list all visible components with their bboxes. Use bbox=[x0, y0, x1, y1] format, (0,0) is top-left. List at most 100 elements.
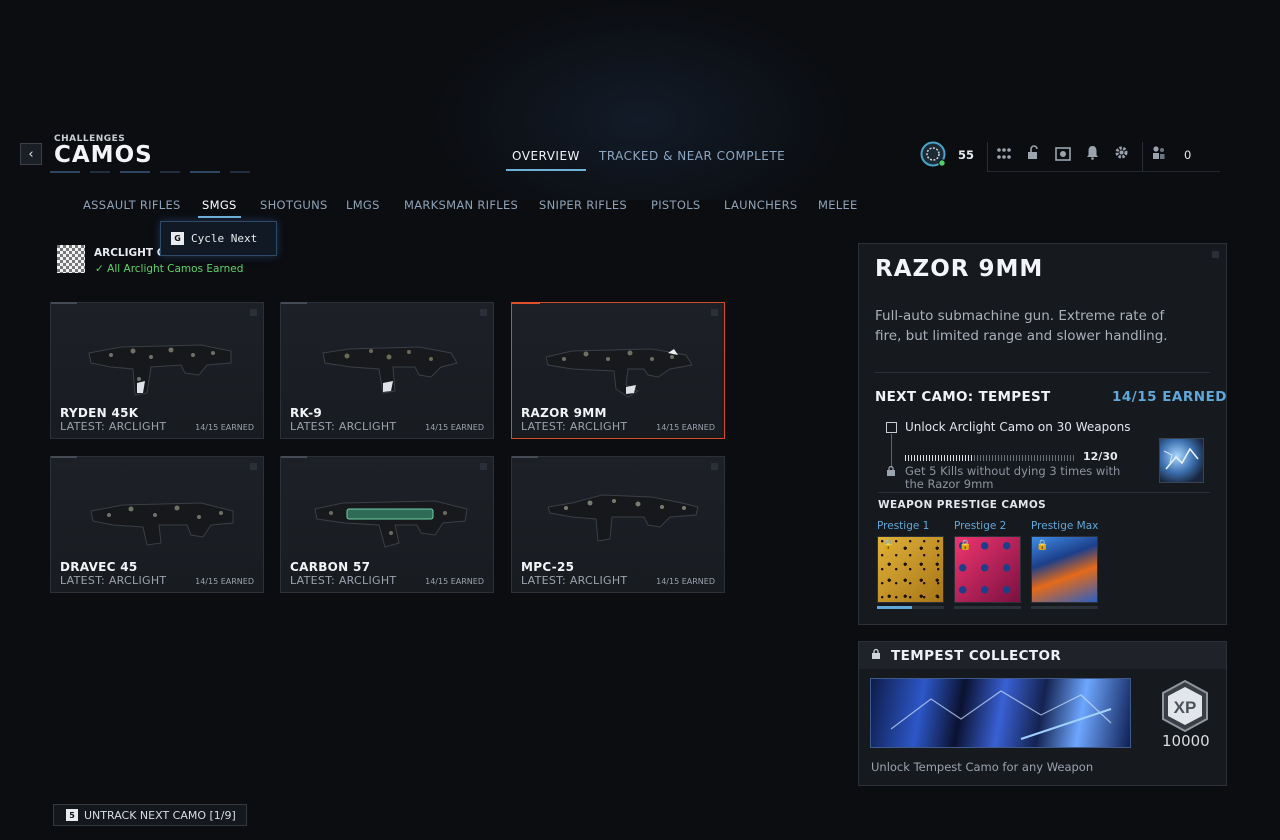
requirement-connector bbox=[891, 434, 892, 468]
smg-weapon-image bbox=[90, 502, 234, 546]
lock-icon: 🔒 bbox=[1036, 540, 1049, 551]
unlock-icon[interactable] bbox=[1026, 145, 1040, 164]
class-tab-marksman-rifles[interactable]: MARKSMAN RIFLES bbox=[404, 198, 518, 212]
class-tab-pistols[interactable]: PISTOLS bbox=[651, 198, 701, 212]
weapon-card-carbon-57[interactable]: CARBON 57 LATEST: ARCLIGHT 14/15 EARNED bbox=[280, 456, 494, 593]
apps-grid-icon[interactable] bbox=[996, 146, 1012, 165]
card-accent bbox=[51, 302, 77, 304]
prestige-max-label: Prestige Max bbox=[1031, 520, 1099, 532]
prestige-2-label: Prestige 2 bbox=[954, 520, 1007, 532]
weapon-latest-camo: LATEST: ARCLIGHT bbox=[60, 574, 167, 587]
untrack-label: UNTRACK NEXT CAMO [1/9] bbox=[84, 808, 236, 822]
xp-label: XP bbox=[1174, 698, 1197, 717]
next-camo-earned: 14/15 EARNED bbox=[1112, 389, 1227, 405]
smg-weapon-image bbox=[88, 344, 232, 396]
divider bbox=[987, 142, 988, 172]
tempest-camo-thumbnail[interactable] bbox=[1159, 438, 1204, 483]
player-level: 55 bbox=[958, 148, 975, 162]
arclight-status: ✓ All Arclight Camos Earned bbox=[95, 263, 243, 275]
class-tab-smgs[interactable]: SMGS bbox=[198, 198, 241, 218]
weapon-latest-camo: LATEST: ARCLIGHT bbox=[290, 574, 397, 587]
weapon-earned: 14/15 EARNED bbox=[195, 577, 254, 586]
prestige-2-progress bbox=[954, 606, 1021, 609]
collector-title: TEMPEST COLLECTOR bbox=[891, 648, 1062, 664]
weapon-card-razor-9mm[interactable]: RAZOR 9MM LATEST: ARCLIGHT 14/15 EARNED bbox=[511, 302, 725, 439]
divider bbox=[875, 372, 1210, 373]
card-corner bbox=[480, 309, 487, 316]
key-g-icon: G bbox=[171, 232, 184, 245]
weapon-latest-camo: LATEST: ARCLIGHT bbox=[290, 420, 397, 433]
title-decoration bbox=[50, 171, 250, 173]
weapon-description: Full-auto submachine gun. Extreme rate o… bbox=[875, 308, 1168, 344]
requirement-kills: Get 5 Kills without dying 3 times with t… bbox=[905, 464, 1121, 491]
class-tab-sniper-rifles[interactable]: SNIPER RIFLES bbox=[539, 198, 627, 212]
weapon-earned: 14/15 EARNED bbox=[656, 577, 715, 586]
smg-weapon-image bbox=[322, 346, 458, 394]
card-accent bbox=[51, 456, 77, 458]
prestige-1-camo[interactable]: 🔒 bbox=[877, 536, 944, 603]
weapon-earned: 14/15 EARNED bbox=[425, 577, 484, 586]
card-accent bbox=[512, 302, 540, 304]
status-bar-underline bbox=[988, 171, 1220, 172]
weapon-name: CARBON 57 bbox=[290, 560, 371, 574]
tempest-calling-card[interactable] bbox=[870, 678, 1131, 748]
smg-weapon-image bbox=[314, 500, 468, 548]
weapon-earned: 14/15 EARNED bbox=[656, 423, 715, 432]
weapon-card-rk-9[interactable]: RK-9 LATEST: ARCLIGHT 14/15 EARNED bbox=[280, 302, 494, 439]
prestige-1-progress bbox=[877, 606, 944, 609]
weapon-name: RAZOR 9MM bbox=[521, 406, 607, 420]
card-corner bbox=[250, 463, 257, 470]
requirement-checkbox[interactable] bbox=[886, 422, 897, 433]
lock-icon bbox=[886, 465, 896, 479]
divider bbox=[878, 492, 1210, 493]
class-tab-lmgs[interactable]: LMGS bbox=[346, 198, 380, 212]
weapon-earned: 14/15 EARNED bbox=[425, 423, 484, 432]
xp-amount: 10000 bbox=[1162, 732, 1210, 750]
check-icon: ✓ bbox=[95, 263, 104, 275]
party-icon[interactable] bbox=[1151, 145, 1167, 164]
divider bbox=[1142, 142, 1143, 172]
weapon-card-ryden-45k[interactable]: RYDEN 45K LATEST: ARCLIGHT 14/15 EARNED bbox=[50, 302, 264, 439]
class-tab-melee[interactable]: MELEE bbox=[818, 198, 858, 212]
header-glow bbox=[430, 0, 850, 200]
requirement-progress-text: 12/30 bbox=[1083, 450, 1118, 463]
prestige-1-label: Prestige 1 bbox=[877, 520, 930, 532]
back-button[interactable]: ‹ bbox=[20, 143, 42, 165]
weapon-name: RK-9 bbox=[290, 406, 323, 420]
card-corner bbox=[480, 463, 487, 470]
class-tab-launchers[interactable]: LAUNCHERS bbox=[724, 198, 798, 212]
cycle-next-tooltip: G Cycle Next bbox=[160, 221, 277, 256]
weapon-latest-camo: LATEST: ARCLIGHT bbox=[521, 420, 628, 433]
prestige-max-camo[interactable]: 🔒 bbox=[1031, 536, 1098, 603]
weapon-name: DRAVEC 45 bbox=[60, 560, 138, 574]
tooltip-label: Cycle Next bbox=[191, 232, 258, 245]
card-accent bbox=[281, 302, 307, 304]
requirement-unlock-arclight: Unlock Arclight Camo on 30 Weapons bbox=[905, 420, 1131, 434]
card-accent bbox=[281, 456, 307, 458]
prestige-2-camo[interactable]: 🔒 bbox=[954, 536, 1021, 603]
notifications-bell-icon[interactable] bbox=[1086, 145, 1099, 164]
store-icon[interactable] bbox=[1055, 146, 1071, 165]
player-level-icon[interactable] bbox=[920, 141, 946, 167]
page-title: CAMOS bbox=[54, 142, 153, 168]
tab-overview[interactable]: OVERVIEW bbox=[506, 149, 586, 171]
weapon-card-dravec-45[interactable]: DRAVEC 45 LATEST: ARCLIGHT 14/15 EARNED bbox=[50, 456, 264, 593]
tab-tracked[interactable]: TRACKED & NEAR COMPLETE bbox=[599, 149, 785, 163]
card-corner bbox=[250, 309, 257, 316]
smg-weapon-image bbox=[547, 494, 699, 542]
requirement-progress-fill bbox=[905, 455, 973, 461]
smg-weapon-image bbox=[545, 348, 693, 398]
chevron-left-icon: ‹ bbox=[28, 146, 34, 162]
arclight-camo-thumbnail bbox=[57, 245, 85, 273]
class-tab-assault-rifles[interactable]: ASSAULT RIFLES bbox=[83, 198, 181, 212]
untrack-next-camo-button[interactable]: 5 UNTRACK NEXT CAMO [1/9] bbox=[53, 804, 247, 826]
collector-description: Unlock Tempest Camo for any Weapon bbox=[871, 760, 1094, 774]
weapon-card-mpc-25[interactable]: MPC-25 LATEST: ARCLIGHT 14/15 EARNED bbox=[511, 456, 725, 593]
panel-corner bbox=[1212, 251, 1219, 258]
settings-gear-icon[interactable] bbox=[1114, 145, 1129, 164]
next-camo-label: NEXT CAMO: TEMPEST bbox=[875, 389, 1051, 405]
class-tab-shotguns[interactable]: SHOTGUNS bbox=[260, 198, 328, 212]
card-corner bbox=[711, 309, 718, 316]
arclight-status-text: All Arclight Camos Earned bbox=[107, 263, 244, 275]
lock-icon bbox=[871, 648, 881, 662]
